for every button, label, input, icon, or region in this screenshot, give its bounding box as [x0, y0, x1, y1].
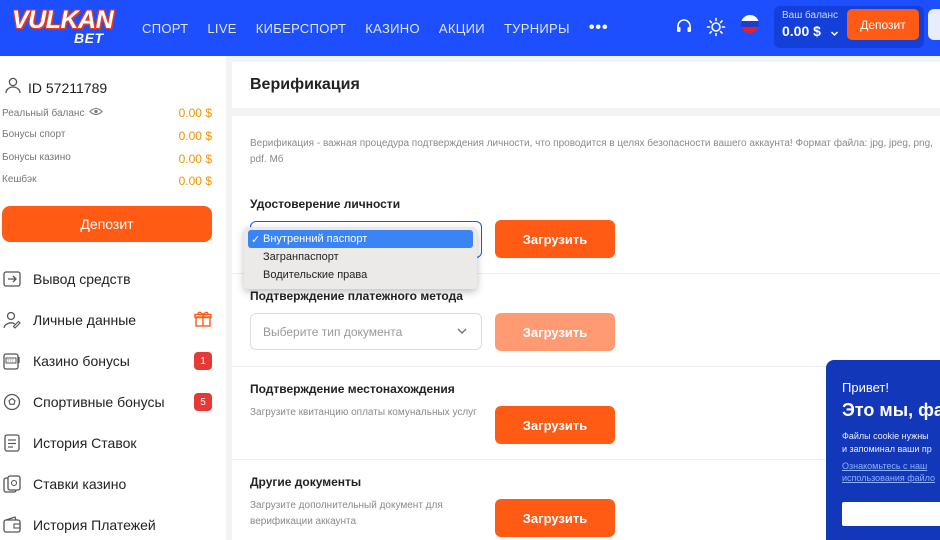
ball-icon	[1, 391, 23, 413]
cookie-text-line: и запоминал ваши пр	[842, 444, 932, 454]
dropdown-option-foreign-passport[interactable]: Загранпаспорт	[248, 248, 473, 266]
dropdown-option-label: Загранпаспорт	[263, 251, 339, 263]
section-subtitle: Загрузите дополнительный документ для ве…	[250, 500, 443, 527]
cookie-policy-link[interactable]: Ознакомьтесь с наш использования файло	[842, 460, 935, 484]
section-title: Подтверждение платежного метода	[250, 289, 463, 303]
top-header: VULKAN BET СПОРТ LIVE КИБЕРСПОРТ КАЗИНО …	[0, 0, 940, 56]
nav-live[interactable]: LIVE	[207, 21, 236, 36]
checkmark-icon: ✓	[251, 233, 261, 246]
sidebar-item-personal-data[interactable]: Личные данные	[0, 305, 220, 335]
section-title: Другие документы	[250, 475, 362, 489]
russian-flag-icon[interactable]	[741, 15, 759, 33]
user-icon	[4, 76, 22, 99]
sidebar-item-label: Ставки казино	[33, 476, 127, 492]
sidebar-item-label: Вывод средств	[33, 271, 131, 287]
cookie-link-line: Ознакомьтесь с наш	[842, 461, 928, 471]
upload-payment-button[interactable]: Загрузить	[495, 313, 615, 351]
cashback-row: Кешбэк 0.00 $	[2, 174, 212, 188]
nav-esports[interactable]: КИБЕРСПОРТ	[256, 21, 347, 36]
withdraw-icon	[1, 268, 23, 290]
list-icon	[1, 432, 23, 454]
sidebar-item-label: История Ставок	[33, 435, 137, 451]
avatar[interactable]	[928, 9, 940, 40]
sidebar-item-label: Спортивные бонусы	[33, 394, 165, 410]
balance-row-label: Бонусы спорт	[2, 129, 66, 140]
section-subtitle: Загрузите квитанцию оплаты комунальных у…	[250, 407, 477, 418]
slot-machine-icon: 777	[1, 350, 23, 372]
dropdown-option-label: Водительские права	[263, 269, 368, 281]
nav-promotions[interactable]: АКЦИИ	[439, 21, 485, 36]
gift-icon[interactable]	[194, 310, 212, 333]
casino-bonus-row: Бонусы казино 0.00 $	[2, 152, 212, 166]
balance-row-label: Бонусы казино	[2, 152, 71, 163]
upload-other-button[interactable]: Загрузить	[495, 499, 615, 537]
section-title: Подтверждение местонахождения	[250, 382, 455, 396]
sidebar-item-label: Личные данные	[33, 312, 137, 328]
balance-row-label: Реальный баланс	[2, 107, 85, 119]
svg-text:777: 777	[7, 358, 14, 363]
logo-subtext: BET	[74, 30, 104, 46]
balance-row-value: 0.00 $	[178, 129, 212, 143]
dropdown-option-driver-license[interactable]: Водительские права	[248, 266, 473, 284]
page-header: Верификация	[232, 62, 940, 108]
cookie-link-line: использования файло	[842, 473, 936, 483]
chevron-down-icon[interactable]	[830, 25, 839, 43]
nav-casino[interactable]: КАЗИНО	[365, 21, 420, 36]
page-title: Верификация	[250, 76, 360, 93]
sidebar-item-casino-bonuses[interactable]: 777 Казино бонусы 1	[0, 346, 220, 376]
user-info: ID 57211789	[4, 76, 107, 99]
chevron-down-icon	[455, 324, 469, 343]
notification-badge: 5	[194, 393, 212, 411]
cookie-text: Файлы cookie нужны и запоминал ваши пр	[842, 430, 932, 456]
wallet-icon	[1, 514, 23, 536]
eye-icon[interactable]	[89, 107, 104, 119]
nav-tournaments[interactable]: ТУРНИРЫ	[504, 21, 570, 36]
balance-value: 0.00 $	[782, 23, 821, 39]
nav-more-icon[interactable]: •••	[589, 19, 609, 37]
cookie-greeting: Привет!	[842, 380, 889, 395]
document-type-dropdown: ✓ Внутренний паспорт Загранпаспорт Водит…	[244, 227, 477, 289]
cookie-accept-button[interactable]	[842, 502, 940, 526]
payment-document-select[interactable]: Выберите тип документа	[250, 313, 482, 350]
sidebar-item-bet-history[interactable]: История Ставок	[0, 428, 220, 458]
user-id: ID 57211789	[28, 79, 108, 96]
casino-chip-icon	[1, 473, 23, 495]
sidebar-deposit-button[interactable]: Депозит	[2, 206, 212, 242]
theme-sun-icon[interactable]	[705, 16, 727, 38]
sidebar-item-casino-bets[interactable]: Ставки казино	[0, 469, 220, 499]
notification-badge: 1	[194, 352, 212, 370]
sidebar-item-withdraw[interactable]: Вывод средств	[0, 264, 220, 294]
account-sidebar: ID 57211789 Реальный баланс 0.00 $ Бонус…	[0, 56, 226, 540]
user-edit-icon	[1, 309, 23, 331]
cookie-title: Это мы, фа	[842, 400, 940, 420]
upload-identity-button[interactable]: Загрузить	[495, 220, 615, 258]
vulkan-bet-logo[interactable]: VULKAN BET	[12, 6, 118, 48]
header-deposit-button[interactable]: Депозит	[847, 9, 919, 40]
section-title: Удостоверение личности	[250, 197, 401, 211]
balance-row-value: 0.00 $	[178, 174, 212, 188]
support-headset-icon[interactable]	[673, 16, 695, 38]
cookie-banner: Привет! Это мы, фа Файлы cookie нужны и …	[826, 360, 940, 540]
sidebar-item-label: История Платежей	[33, 517, 156, 533]
balance-row-label: Кешбэк	[2, 174, 37, 185]
sidebar-item-sport-bonuses[interactable]: Спортивные бонусы 5	[0, 387, 220, 417]
sidebar-item-label: Казино бонусы	[33, 353, 130, 369]
balance-row-value: 0.00 $	[178, 152, 212, 166]
select-placeholder: Выберите тип документа	[263, 325, 403, 339]
balance-row-value: 0.00 $	[178, 106, 212, 120]
upload-location-button[interactable]: Загрузить	[495, 406, 615, 444]
dropdown-option-internal-passport[interactable]: ✓ Внутренний паспорт	[248, 230, 473, 248]
dropdown-option-label: Внутренний паспорт	[263, 233, 368, 245]
sidebar-item-payment-history[interactable]: История Платежей	[0, 510, 220, 540]
cookie-text-line: Файлы cookie нужны	[842, 431, 929, 441]
real-balance-row: Реальный баланс 0.00 $	[2, 106, 212, 120]
main-nav: СПОРТ LIVE КИБЕРСПОРТ КАЗИНО АКЦИИ ТУРНИ…	[142, 0, 609, 56]
sport-bonus-row: Бонусы спорт 0.00 $	[2, 129, 212, 143]
balance-label: Ваш баланс	[782, 10, 839, 21]
nav-sport[interactable]: СПОРТ	[142, 21, 188, 36]
verification-description: Верификация - важная процедура подтвержд…	[250, 138, 933, 165]
